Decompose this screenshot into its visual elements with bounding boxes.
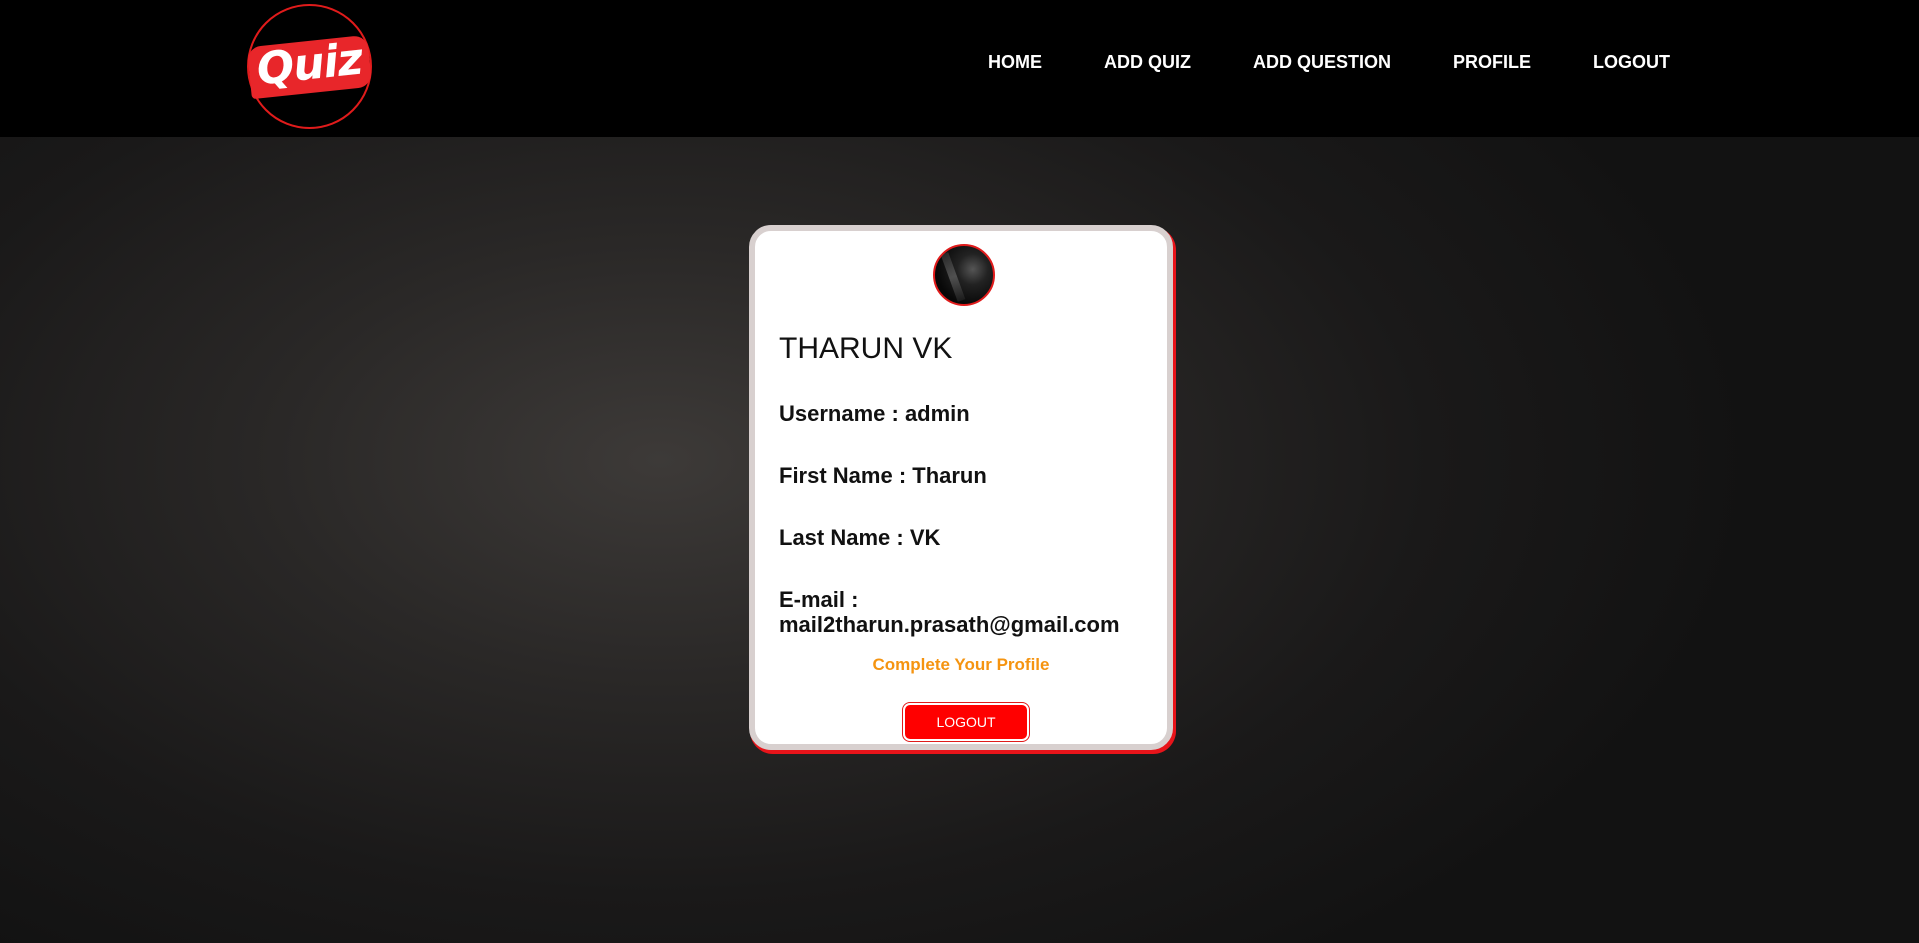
avatar-image (940, 252, 966, 302)
nav-add-quiz-link[interactable]: ADD QUIZ (1104, 52, 1191, 73)
complete-profile-link[interactable]: Complete Your Profile (755, 655, 1167, 675)
nav-links: HOME ADD QUIZ ADD QUESTION PROFILE LOGOU… (988, 52, 1670, 73)
nav-profile-link[interactable]: PROFILE (1453, 52, 1531, 73)
email-field: E-mail : mail2tharun.prasath@gmail.com (779, 587, 1120, 637)
nav-home-link[interactable]: HOME (988, 52, 1042, 73)
quiz-logo[interactable]: Quiz (246, 4, 373, 129)
top-navbar: Quiz HOME ADD QUIZ ADD QUESTION PROFILE … (0, 0, 1919, 137)
nav-logout-link[interactable]: LOGOUT (1593, 52, 1670, 73)
username-field: Username : admin (779, 401, 970, 426)
first-name-field: First Name : Tharun (779, 463, 987, 488)
profile-card: THARUN VK Username : admin First Name : … (749, 225, 1173, 750)
avatar (933, 244, 995, 306)
profile-full-name: THARUN VK (779, 332, 953, 365)
logo-text: Quiz (246, 33, 373, 99)
nav-add-question-link[interactable]: ADD QUESTION (1253, 52, 1391, 73)
last-name-field: Last Name : VK (779, 525, 941, 550)
logout-button[interactable]: LOGOUT (902, 702, 1030, 742)
